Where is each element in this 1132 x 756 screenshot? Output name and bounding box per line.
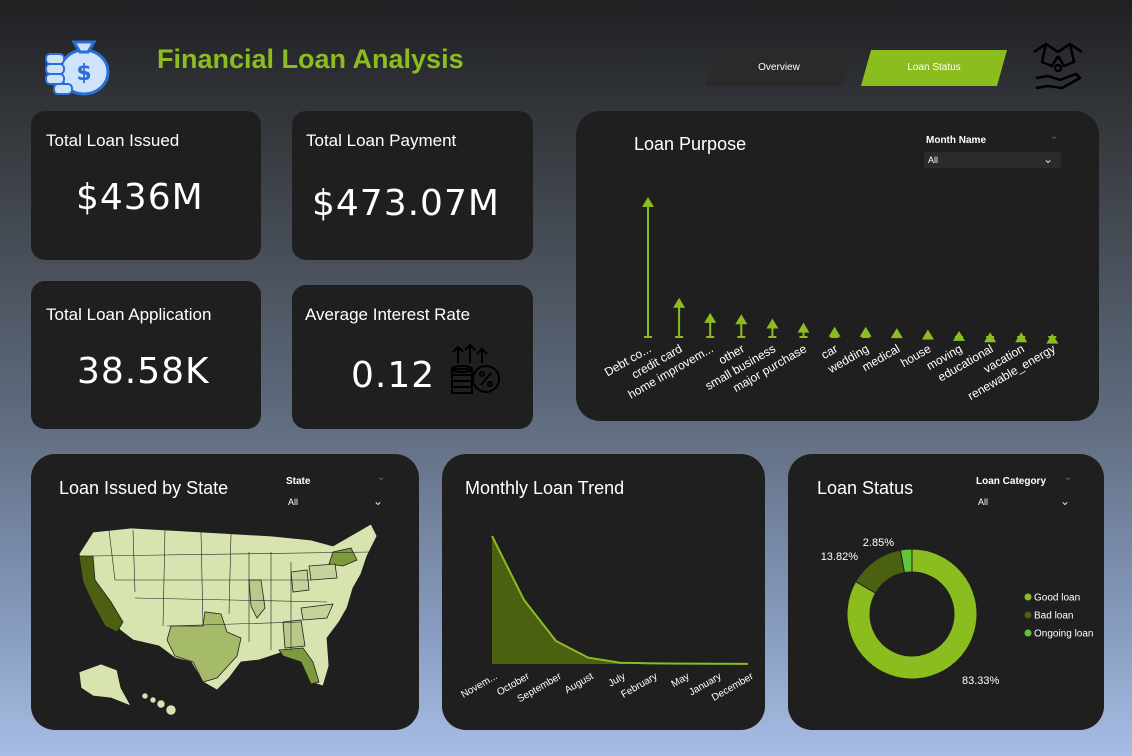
chevron-down-icon: ⌄	[372, 494, 383, 508]
trend-month-label: August	[563, 671, 596, 696]
donut-value-label: 13.82%	[821, 551, 859, 563]
purpose-marker	[704, 312, 717, 323]
legend-marker	[1024, 629, 1032, 637]
monthly-trend-chart: Novem...OctoberSeptember August JulyFebrua…	[459, 535, 756, 705]
donut-value-label: 2.85%	[863, 537, 894, 549]
donut-value-label: 83.33%	[962, 675, 1000, 687]
tab-loan-status[interactable]: Loan Status	[861, 50, 1007, 85]
kpi-average-interest-rate: Average Interest Rate 0.12	[292, 285, 533, 429]
legend-label: Bad loan	[1034, 611, 1073, 622]
loan-status-panel: Loan Status Loan Category ⌄ All ⌄ 83.33%…	[788, 454, 1104, 730]
svg-text:$: $	[76, 61, 91, 86]
panel-title: Loan Issued by State	[59, 478, 229, 498]
monthly-trend-panel: Monthly Loan Trend Novem... October Septem…	[442, 454, 765, 730]
state-slicer-dropdown[interactable]: All ⌄	[284, 494, 391, 510]
kpi-value: $436M	[76, 177, 204, 218]
page-title: Financial Loan Analysis	[157, 44, 464, 74]
handshake-icon	[1033, 42, 1083, 90]
money-bag-icon: $	[45, 40, 110, 96]
loan-by-state-panel: Loan Issued by State State ⌄ All ⌄	[31, 454, 419, 730]
trend-month-label: July	[607, 671, 628, 689]
trend-area	[492, 536, 748, 664]
legend-label: Good loan	[1034, 593, 1080, 604]
kpi-value: $473.07M	[312, 183, 500, 224]
kpi-title: Total Loan Issued	[46, 131, 180, 150]
kpi-title: Total Loan Application	[46, 305, 212, 324]
purpose-marker	[859, 326, 872, 337]
purpose-marker	[673, 297, 686, 308]
purpose-marker	[828, 326, 841, 337]
purpose-marker	[797, 322, 810, 333]
kpi-title: Average Interest Rate	[305, 305, 471, 324]
us-state-map[interactable]	[71, 522, 381, 717]
loan-purpose-panel: Loan Purpose Month Name ⌄ All ⌄ Debt co.…	[576, 111, 1099, 421]
purpose-marker	[735, 314, 748, 325]
legend-marker	[1024, 593, 1032, 601]
slicer-value: All	[288, 497, 299, 507]
tab-overview[interactable]: Overview	[706, 50, 852, 85]
purpose-marker	[642, 197, 654, 207]
loan-status-donut: 83.33% 13.82% 2.85% Good loan Bad loan Ongoin…	[821, 537, 1094, 687]
legend-label: Ongoing loan	[1034, 629, 1094, 640]
interest-growth-icon	[451, 343, 500, 394]
state-slicer-label: State	[286, 476, 311, 487]
kpi-title: Total Loan Payment	[306, 131, 457, 150]
kpi-total-loan-payment: Total Loan Payment $473.07M	[292, 111, 533, 260]
loan-purpose-chart: Debt co...credit cardhome improvem... oth…	[602, 197, 1059, 403]
kpi-total-loan-application: Total Loan Application 38.58K	[31, 281, 261, 429]
kpi-total-loan-issued: Total Loan Issued $436M	[31, 111, 261, 260]
purpose-marker	[766, 318, 779, 329]
tab-overview-label: Overview	[758, 62, 800, 73]
kpi-value: 0.12	[351, 355, 436, 396]
trend-month-label: February	[619, 671, 659, 701]
purpose-marker	[953, 330, 965, 341]
trend-month-label: Novem...	[459, 671, 499, 701]
kpi-value: 38.58K	[77, 351, 210, 392]
legend-marker	[1024, 611, 1032, 619]
chevron-down-icon[interactable]: ⌄	[377, 472, 385, 483]
tab-loan-status-label: Loan Status	[907, 62, 961, 73]
